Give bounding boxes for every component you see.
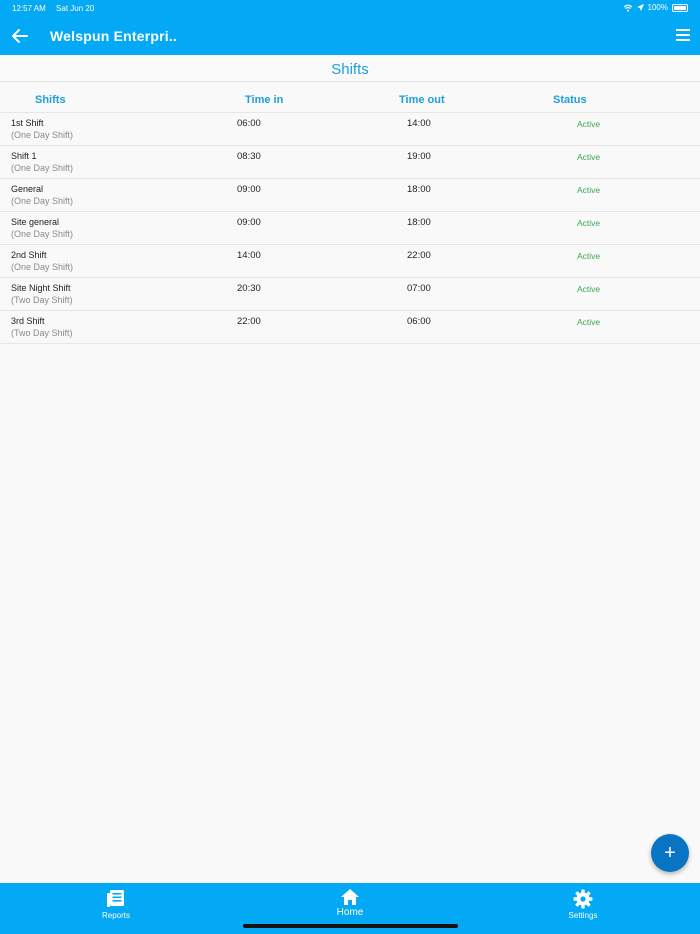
nav-home[interactable]: Home <box>300 889 400 918</box>
shift-time-out: 19:00 <box>407 151 431 162</box>
nav-home-label: Home <box>336 907 364 918</box>
nav-settings-label: Settings <box>568 911 598 920</box>
status-bar-right: 100% <box>623 3 688 12</box>
app-bar: 12:57 AM Sat Jun 20 100% Welspun Enterpr… <box>0 0 700 55</box>
shift-name: 2nd Shift <box>11 250 47 260</box>
column-header-shifts: Shifts <box>35 94 66 106</box>
shift-time-in: 09:00 <box>237 184 261 195</box>
shift-name: Shift 1 <box>11 151 37 161</box>
shift-status: Active <box>577 218 601 228</box>
newspaper-icon <box>107 890 124 907</box>
shift-time-in: 09:00 <box>237 217 261 228</box>
shift-row[interactable]: 2nd Shift (One Day Shift) 14:00 22:00 Ac… <box>0 245 700 278</box>
nav-reports-label: Reports <box>101 911 130 920</box>
shift-name: Site general <box>11 217 60 227</box>
shift-time-out: 06:00 <box>407 316 431 327</box>
shift-time-in: 20:30 <box>237 283 261 294</box>
app-title: Welspun Enterpri.. <box>50 28 178 44</box>
shift-type: (One Day Shift) <box>11 163 74 173</box>
shift-time-out: 22:00 <box>407 250 431 261</box>
shift-status: Active <box>577 317 601 327</box>
nav-settings[interactable]: Settings <box>533 889 633 920</box>
table-header: Shifts Time in Time out Status <box>0 82 700 113</box>
column-header-time-out: Time out <box>399 94 445 106</box>
shift-status: Active <box>577 152 601 162</box>
shift-status: Active <box>577 185 601 195</box>
shift-time-in: 22:00 <box>237 316 261 327</box>
shift-type: (One Day Shift) <box>11 130 74 140</box>
shift-time-out: 14:00 <box>407 118 431 129</box>
shift-row[interactable]: Site general (One Day Shift) 09:00 18:00… <box>0 212 700 245</box>
shift-row[interactable]: Shift 1 (One Day Shift) 08:30 19:00 Acti… <box>0 146 700 179</box>
shift-type: (Two Day Shift) <box>11 328 73 338</box>
shift-time-out: 18:00 <box>407 184 431 195</box>
location-arrow-icon <box>636 4 644 11</box>
shift-time-in: 08:30 <box>237 151 261 162</box>
status-time: 12:57 AM <box>12 4 46 13</box>
shift-status: Active <box>577 284 601 294</box>
shift-name: Site Night Shift <box>11 283 71 293</box>
shift-type: (One Day Shift) <box>11 262 74 272</box>
shift-status: Active <box>577 251 601 261</box>
shift-type: (One Day Shift) <box>11 229 74 239</box>
shift-row[interactable]: 3rd Shift (Two Day Shift) 22:00 06:00 Ac… <box>0 311 700 344</box>
shift-row[interactable]: 1st Shift (One Day Shift) 06:00 14:00 Ac… <box>0 113 700 146</box>
status-bar-left: 12:57 AM Sat Jun 20 <box>12 4 94 13</box>
add-shift-button[interactable]: + <box>651 834 689 872</box>
hamburger-menu-icon[interactable] <box>676 29 690 41</box>
shift-status: Active <box>577 119 601 129</box>
battery-icon <box>672 3 688 12</box>
shift-name: 1st Shift <box>11 118 44 128</box>
shift-type: (Two Day Shift) <box>11 295 73 305</box>
shift-time-out: 07:00 <box>407 283 431 294</box>
battery-percent: 100% <box>647 3 668 12</box>
shift-time-in: 06:00 <box>237 118 261 129</box>
shift-list: 1st Shift (One Day Shift) 06:00 14:00 Ac… <box>0 113 700 344</box>
home-icon <box>341 889 359 905</box>
shift-type: (One Day Shift) <box>11 196 74 206</box>
shift-row[interactable]: General (One Day Shift) 09:00 18:00 Acti… <box>0 179 700 212</box>
gear-icon <box>573 889 593 909</box>
page-title: Shifts <box>0 55 700 82</box>
shift-row[interactable]: Site Night Shift (Two Day Shift) 20:30 0… <box>0 278 700 311</box>
shift-time-out: 18:00 <box>407 217 431 228</box>
status-date: Sat Jun 20 <box>56 4 95 13</box>
shift-name: 3rd Shift <box>11 316 45 326</box>
column-header-time-in: Time in <box>245 94 284 106</box>
shift-name: General <box>11 184 44 194</box>
column-header-status: Status <box>553 94 587 106</box>
back-arrow-icon[interactable] <box>10 27 30 45</box>
shift-time-in: 14:00 <box>237 250 261 261</box>
nav-reports[interactable]: Reports <box>66 889 166 920</box>
wifi-icon <box>623 4 632 12</box>
home-indicator <box>243 924 458 928</box>
